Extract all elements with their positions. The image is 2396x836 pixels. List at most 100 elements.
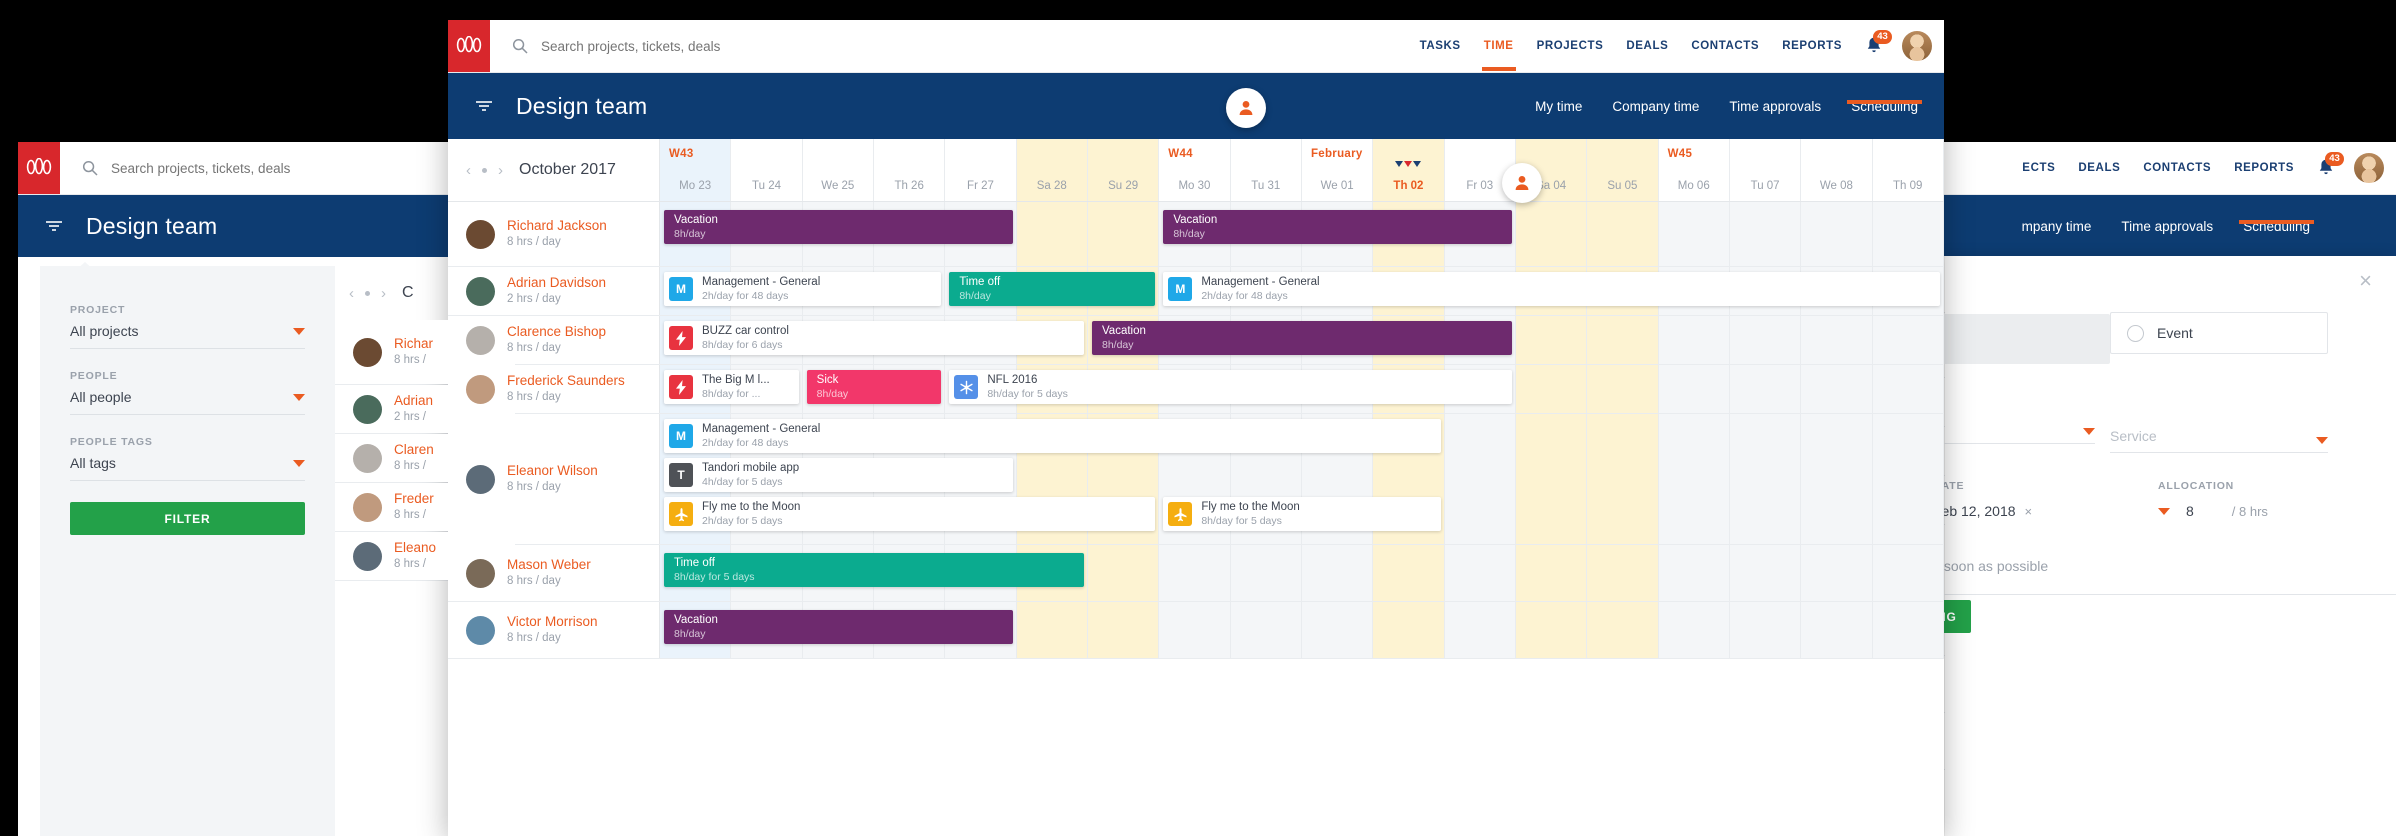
filter-drawer[interactable]: PROJECT All projects PEOPLE All people P… xyxy=(40,266,335,836)
back-search-input[interactable] xyxy=(109,159,433,177)
filter-select[interactable]: All tags xyxy=(70,455,305,481)
schedule-event[interactable]: M Management - General 2h/day for 48 days xyxy=(664,272,942,306)
schedule-event[interactable]: M Management - General 2h/day for 48 days xyxy=(664,419,1441,453)
schedule-event[interactable]: Vacation 8h/day xyxy=(664,610,1013,644)
prev-month-icon[interactable]: ‹ xyxy=(466,163,471,178)
person-cell[interactable]: Mason Weber 8 hrs / day xyxy=(448,545,660,601)
day-column-th-26[interactable]: Th 26 xyxy=(874,139,946,201)
person-name[interactable]: Frederick Saunders xyxy=(507,372,625,390)
mid-sub-tabs[interactable]: mpany time Time approvals Scheduling xyxy=(2022,195,2314,257)
end-date-clear-icon[interactable]: × xyxy=(2025,504,2033,519)
tab-mpany-time[interactable]: mpany time xyxy=(2022,219,2092,234)
schedule-event[interactable]: Fly me to the Moon 2h/day for 5 days xyxy=(664,497,1156,531)
person-cell[interactable]: Adrian Davidson 2 hrs / day xyxy=(448,267,660,315)
schedule-event[interactable]: Vacation 8h/day xyxy=(664,210,1013,244)
filter-select[interactable]: All people xyxy=(70,389,305,415)
nav-item-contacts[interactable]: CONTACTS xyxy=(2143,144,2211,192)
add-person-badge[interactable] xyxy=(1226,88,1266,128)
table-row[interactable]: Clarence Bishop 8 hrs / day BUZZ car con… xyxy=(448,316,1944,365)
day-column-sa-28[interactable]: Sa 28 xyxy=(1016,139,1088,201)
person-name[interactable]: Clarence Bishop xyxy=(507,323,606,341)
today-dot-icon[interactable] xyxy=(365,290,370,296)
row-grid[interactable]: BUZZ car control 8h/day for 6 days Vacatio… xyxy=(660,316,1944,364)
schedule-event[interactable]: Vacation 8h/day xyxy=(1163,210,1512,244)
schedule-event[interactable]: BUZZ car control 8h/day for 6 days xyxy=(664,321,1084,355)
person-cell[interactable]: Richard Jackson 8 hrs / day xyxy=(448,202,660,266)
person-name[interactable]: Adrian xyxy=(394,392,433,410)
row-grid[interactable]: M Management - General 2h/day for 48 days T… xyxy=(660,414,1944,544)
notifications-bell[interactable]: 43 xyxy=(2316,152,2344,179)
person-cell[interactable]: Frederick Saunders 8 hrs / day xyxy=(448,365,660,413)
person-name[interactable]: Victor Morrison xyxy=(507,613,598,631)
month-arrows[interactable]: ‹ › xyxy=(466,163,503,178)
day-column-tu-07[interactable]: Tu 07 xyxy=(1730,139,1802,201)
tab-scheduling[interactable]: Scheduling xyxy=(1847,99,1922,114)
filter-field-project[interactable]: PROJECT All projects xyxy=(70,304,305,349)
chevron-down-icon[interactable] xyxy=(293,393,305,401)
main-window-scheduling[interactable]: TASKS TIME PROJECTS DEALS CONTACTS REPORTS 43… xyxy=(448,20,1944,836)
day-column-mo-23[interactable]: W43 Mo 23 xyxy=(660,139,732,201)
table-row[interactable]: Frederick Saunders 8 hrs / day The Big M… xyxy=(448,365,1944,414)
person-name[interactable]: Claren xyxy=(394,441,434,459)
schedule-event[interactable]: NFL 2016 8h/day for 5 days xyxy=(949,370,1512,404)
table-row[interactable]: Victor Morrison 8 hrs / day Vacation 8h/d… xyxy=(448,602,1944,659)
row-grid[interactable]: The Big M l... 8h/day for ... Sick 8h/day NF… xyxy=(660,365,1944,413)
nav-item-time[interactable]: TIME xyxy=(1481,22,1516,71)
chevron-down-icon[interactable] xyxy=(2316,437,2328,444)
filter-icon[interactable] xyxy=(474,98,494,114)
user-avatar[interactable] xyxy=(2354,153,2384,183)
day-column-fr-27[interactable]: Fr 27 xyxy=(945,139,1017,201)
schedule-event[interactable]: Sick 8h/day xyxy=(806,370,942,404)
nav-item-tasks[interactable]: TASKS xyxy=(1420,22,1461,70)
table-row[interactable]: Eleanor Wilson 8 hrs / day M Management -… xyxy=(448,414,1944,545)
day-column-mo-06[interactable]: W45 Mo 06 xyxy=(1659,139,1730,201)
chevron-down-icon[interactable] xyxy=(293,327,305,335)
sub-tabs[interactable]: My time Company time Time approvals Schedul… xyxy=(1535,73,1922,139)
search-input[interactable] xyxy=(539,37,863,55)
person-name[interactable]: Freder xyxy=(394,490,434,508)
service-field[interactable]: Service xyxy=(2110,428,2328,453)
table-row[interactable]: Adrian Davidson 2 hrs / day M Management … xyxy=(448,267,1944,316)
person-name[interactable]: Richar xyxy=(394,335,433,353)
nav-item-deals[interactable]: DEALS xyxy=(1626,22,1668,70)
day-column-su-05[interactable]: Su 05 xyxy=(1587,139,1659,201)
user-avatar[interactable] xyxy=(1902,31,1932,61)
schedule-event[interactable]: T Tandori mobile app 4h/day for 5 days xyxy=(664,458,1013,492)
filter-button[interactable]: FILTER xyxy=(70,502,305,535)
person-cell[interactable]: Victor Morrison 8 hrs / day xyxy=(448,602,660,658)
global-search[interactable] xyxy=(512,37,1420,55)
person-cell[interactable]: Eleanor Wilson 8 hrs / day xyxy=(448,414,660,544)
tab-company-time[interactable]: Company time xyxy=(1612,99,1699,114)
day-column-su-29[interactable]: Su 29 xyxy=(1087,139,1160,201)
day-column-tu-24[interactable]: Tu 24 xyxy=(731,139,803,201)
nav-item-deals[interactable]: DEALS xyxy=(2078,144,2120,192)
row-grid[interactable]: Vacation 8h/day xyxy=(660,602,1944,658)
mid-nav-menu[interactable]: ECTS DEALS CONTACTS REPORTS xyxy=(2022,144,2294,192)
tab-time-approvals[interactable]: Time approvals xyxy=(2121,219,2213,234)
tab-scheduling[interactable]: Scheduling xyxy=(2239,219,2314,234)
filter-select[interactable]: All projects xyxy=(70,323,305,349)
day-column-we-25[interactable]: We 25 xyxy=(803,139,874,201)
person-name[interactable]: Mason Weber xyxy=(507,556,591,574)
prev-month-icon[interactable]: ‹ xyxy=(349,286,354,301)
day-column-th-09[interactable]: Th 09 xyxy=(1873,139,1944,201)
next-month-icon[interactable]: › xyxy=(381,286,386,301)
nav-item-projects[interactable]: PROJECTS xyxy=(1537,22,1604,70)
next-month-icon[interactable]: › xyxy=(498,163,503,178)
table-row[interactable]: Richard Jackson 8 hrs / day Vacation 8h/d… xyxy=(448,202,1944,267)
person-cell[interactable]: Clarence Bishop 8 hrs / day xyxy=(448,316,660,364)
schedule-event[interactable]: M Management - General 2h/day for 48 days xyxy=(1163,272,1940,306)
add-person-badge[interactable] xyxy=(1502,163,1542,203)
tab-time-approvals[interactable]: Time approvals xyxy=(1729,99,1821,114)
row-grid[interactable]: Time off 8h/day for 5 days xyxy=(660,545,1944,601)
nav-item-ects[interactable]: ECTS xyxy=(2022,144,2055,192)
nav-item-reports[interactable]: REPORTS xyxy=(1782,22,1842,70)
schedule-event[interactable]: Time off 8h/day for 5 days xyxy=(664,553,1084,587)
today-dot-icon[interactable] xyxy=(482,167,487,173)
person-name[interactable]: Eleanor Wilson xyxy=(507,462,598,480)
event-panel[interactable]: × Event Service END DATE Feb 12, 2018 × … xyxy=(1825,256,2396,836)
schedule-event[interactable]: Fly me to the Moon 8h/day for 5 days xyxy=(1163,497,1441,531)
back-month-arrows[interactable]: ‹ › xyxy=(349,286,386,301)
day-column-mo-30[interactable]: W44 Mo 30 xyxy=(1159,139,1231,201)
schedule-event[interactable]: Vacation 8h/day xyxy=(1091,321,1512,355)
